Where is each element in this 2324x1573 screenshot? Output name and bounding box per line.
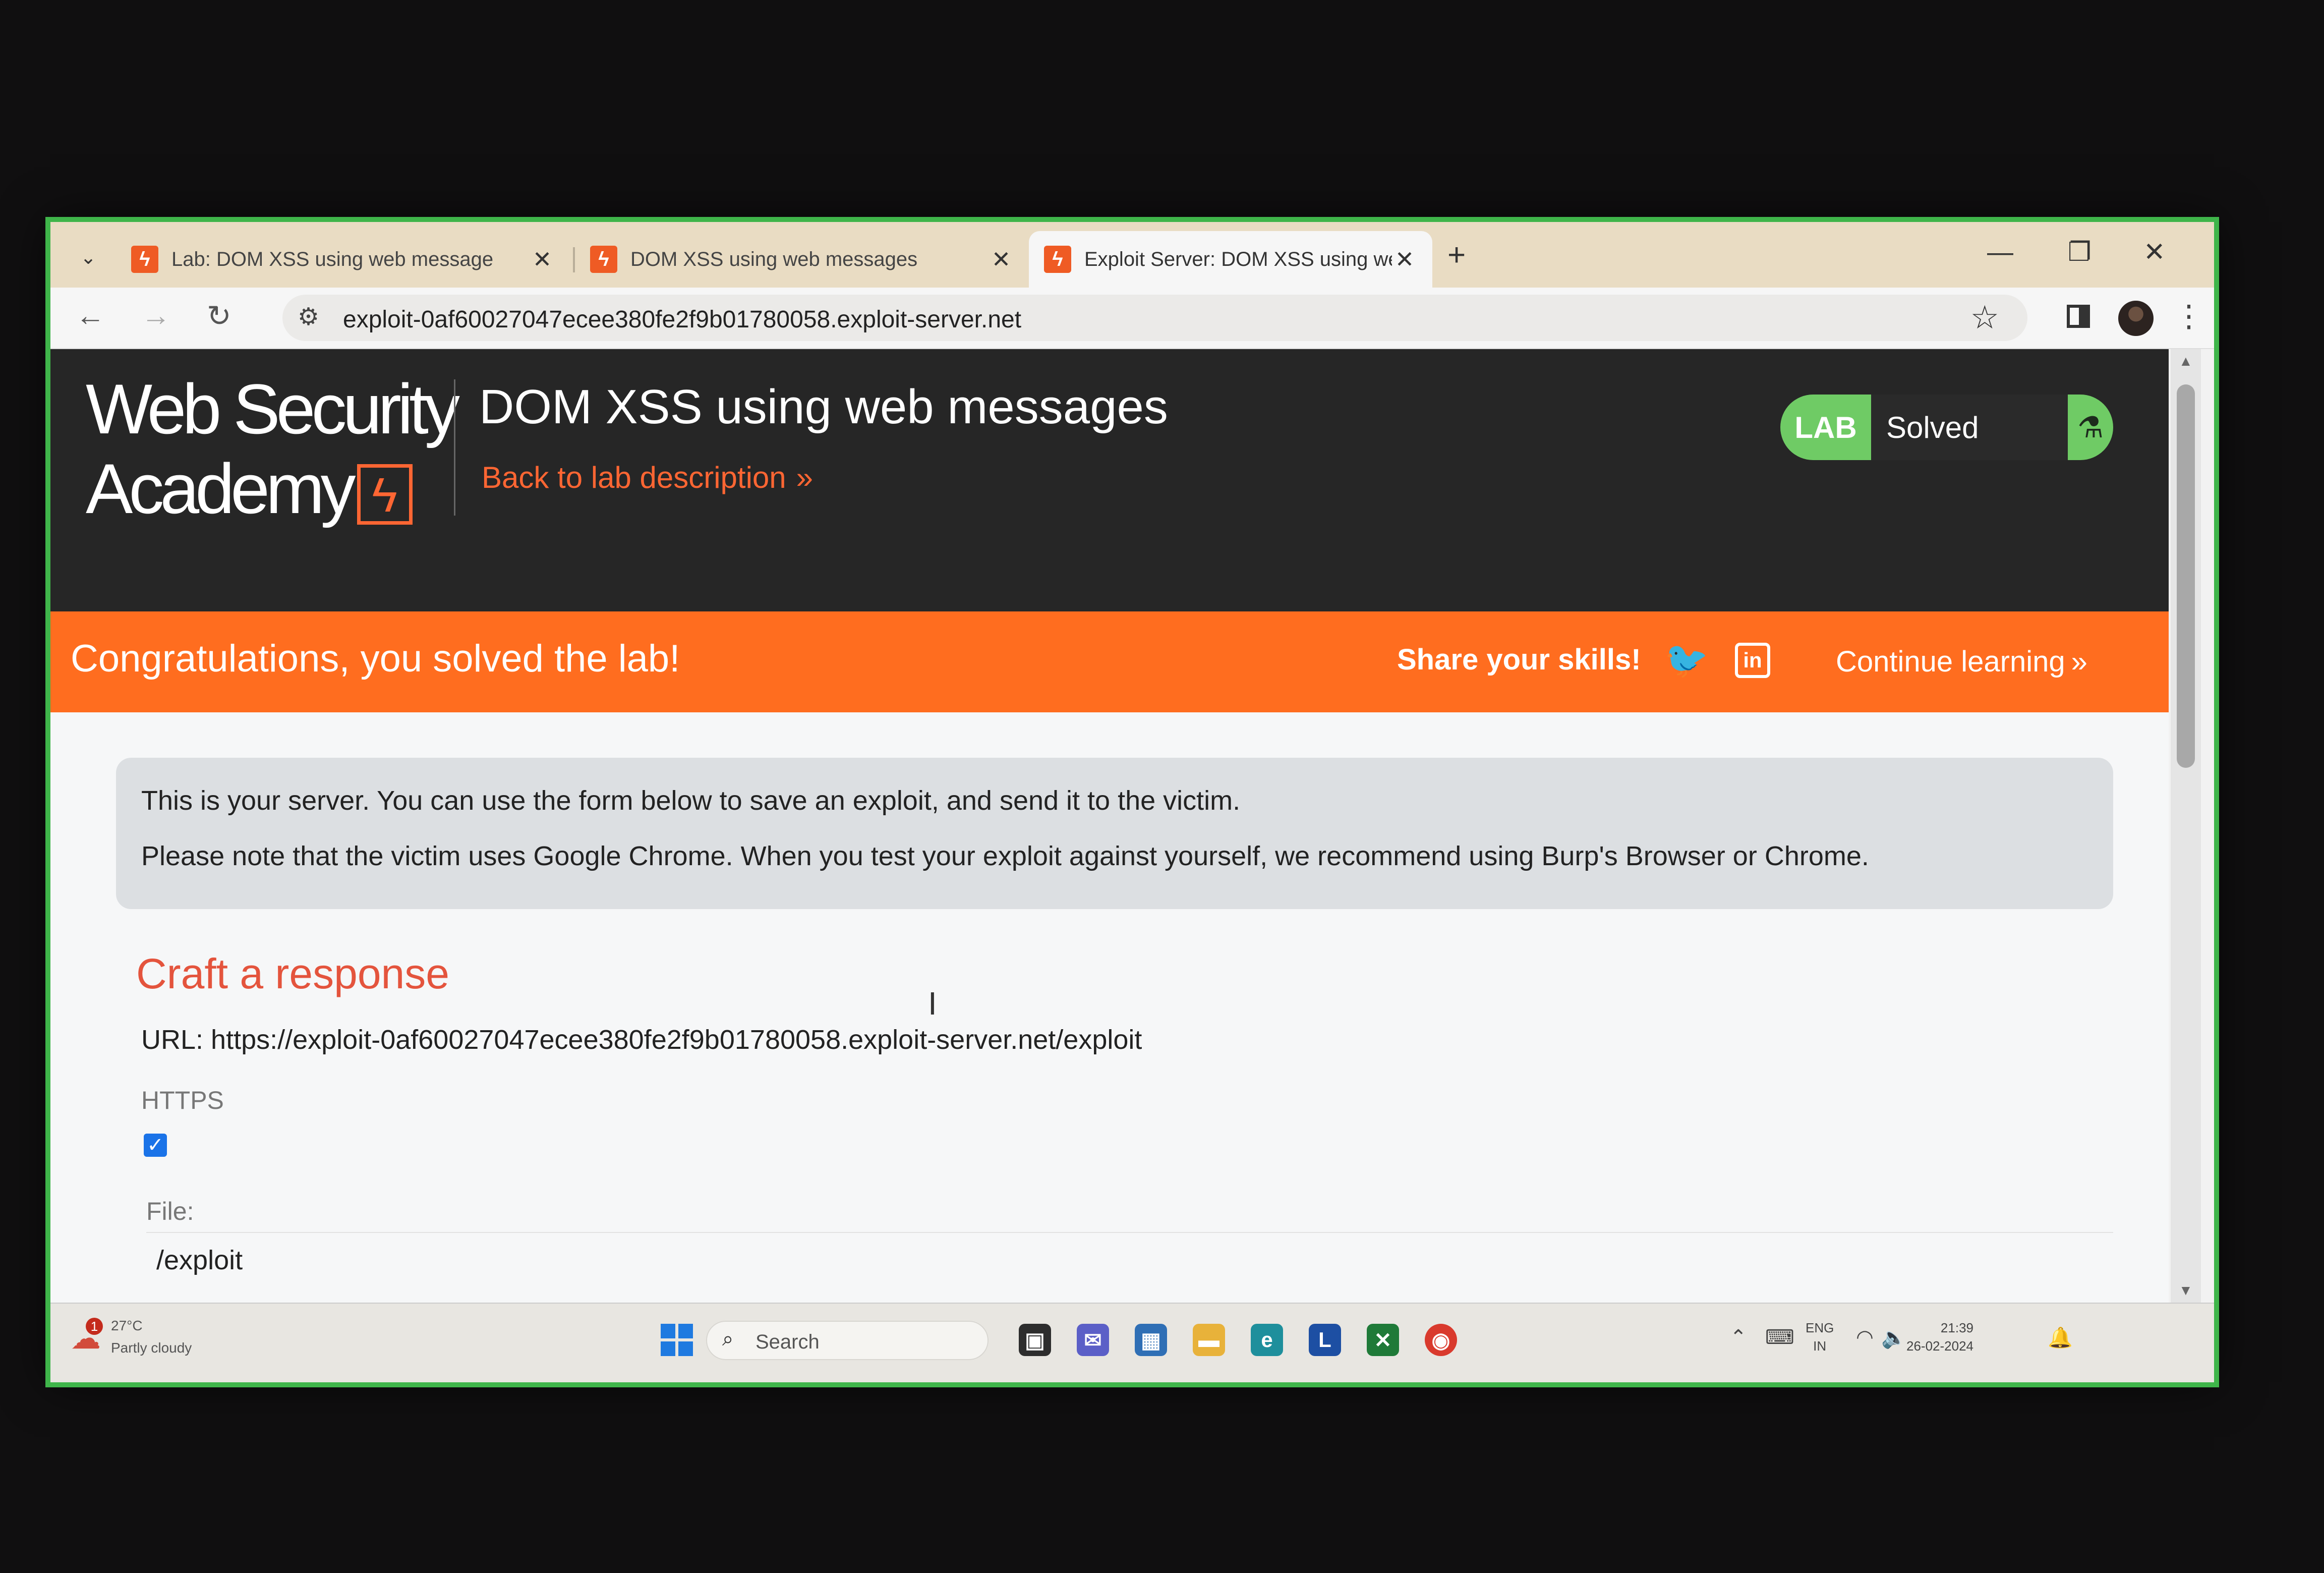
system-clock[interactable]: 21:39 26-02-2024 (1906, 1319, 1973, 1355)
back-arrow-icon[interactable]: ← (76, 299, 105, 332)
region-code: IN (1813, 1338, 1827, 1354)
craft-response-heading: Craft a response (136, 950, 449, 997)
browser-toolbar: ← → ↻ ⚙ exploit-0af60027047ecee380fe2f9b… (50, 288, 2214, 349)
weather-temperature: 27°C (111, 1318, 143, 1333)
congratulations-message: Congratulations, you solved the lab! (71, 637, 680, 680)
info-line-2: Please note that the victim uses Google … (141, 841, 1869, 871)
taskbar-search-box[interactable]: ⌕ Search (706, 1321, 989, 1360)
weather-alert-badge: 1 (86, 1318, 103, 1335)
close-icon[interactable]: ✕ (989, 246, 1014, 273)
double-chevron-right-icon: » (2071, 645, 2087, 678)
page-header: Web Security Academy ϟ DOM XSS using web … (50, 349, 2169, 611)
chevron-down-icon: ⌄ (80, 247, 96, 268)
wifi-icon[interactable]: ◠ (1856, 1326, 1874, 1349)
portswigger-favicon-icon: ϟ (131, 246, 158, 273)
side-panel-icon[interactable] (2067, 305, 2090, 328)
tab-lab[interactable]: ϟ Lab: DOM XSS using web message ✕ (116, 231, 570, 288)
lab-status-text: Solved (1871, 395, 2068, 460)
continue-learning-label: Continue learning (1836, 645, 2065, 678)
menu-dots-icon[interactable]: ⋮ (2174, 299, 2204, 334)
site-info-icon[interactable]: ⚙ (298, 303, 319, 331)
minimize-icon[interactable]: — (1987, 237, 2013, 267)
logo-line-2: Academy (86, 449, 356, 528)
file-path-input[interactable] (146, 1232, 2113, 1287)
page-scrollbar[interactable]: ▲ ▼ (2171, 349, 2201, 1303)
solved-banner: Congratulations, you solved the lab! Sha… (50, 611, 2169, 712)
exploit-url: URL: https://exploit-0af60027047ecee380f… (141, 1025, 1142, 1055)
https-label: HTTPS (141, 1086, 224, 1114)
scroll-down-arrow-icon[interactable]: ▼ (2179, 1282, 2193, 1299)
lab-badge-label: LAB (1794, 410, 1857, 444)
teams-chat-icon[interactable]: ✉ (1077, 1324, 1109, 1356)
close-icon[interactable]: ✕ (1392, 246, 1417, 273)
scroll-up-arrow-icon[interactable]: ▲ (2179, 353, 2193, 369)
close-window-icon[interactable]: ✕ (2143, 237, 2166, 267)
tab-dom-xss[interactable]: ϟ DOM XSS using web messages ✕ (575, 231, 1029, 288)
double-chevron-right-icon: » (796, 461, 814, 494)
clock-date: 26-02-2024 (1906, 1338, 1973, 1354)
search-icon: ⌕ (722, 1328, 734, 1350)
info-box: This is your server. You can use the for… (116, 758, 2113, 909)
share-skills-label: Share your skills! (1397, 643, 1641, 676)
forward-arrow-icon[interactable]: → (141, 299, 170, 332)
file-explorer-icon[interactable]: ▬ (1193, 1324, 1225, 1356)
linkedin-icon[interactable]: in (1735, 643, 1770, 678)
notification-bell-icon[interactable]: 🔔 (2048, 1326, 2073, 1350)
file-label: File: (146, 1197, 194, 1225)
l-app-icon[interactable]: L (1309, 1324, 1341, 1356)
tab-title: DOM XSS using web messages (630, 248, 918, 270)
store-icon[interactable]: ▦ (1135, 1324, 1167, 1356)
text-cursor-icon: I (928, 985, 937, 1022)
tab-search-button[interactable]: ⌄ (66, 237, 111, 277)
clock-time: 21:39 (1940, 1320, 1973, 1335)
exploit-server-content: This is your server. You can use the for… (50, 712, 2169, 1303)
restore-icon[interactable]: ❐ (2068, 237, 2091, 267)
scrollbar-thumb[interactable] (2177, 384, 2195, 768)
profile-avatar[interactable] (2118, 301, 2154, 336)
volume-icon[interactable]: 🔈 (1881, 1326, 1906, 1350)
close-icon[interactable]: ✕ (530, 246, 555, 273)
logo-line-1: Web Security (86, 369, 460, 448)
keyboard-icon[interactable]: ⌨ (1765, 1326, 1794, 1349)
windows-start-icon[interactable] (661, 1324, 693, 1356)
flask-icon: ⚗ (2077, 411, 2104, 444)
task-view-icon[interactable]: ▣ (1019, 1324, 1051, 1356)
info-line-1: This is your server. You can use the for… (141, 785, 1241, 816)
lab-status-badge: LAB Solved ⚗ (1780, 395, 2113, 460)
edge-browser-icon[interactable]: e (1251, 1324, 1283, 1356)
tab-title: Lab: DOM XSS using web message (171, 248, 494, 270)
continue-learning-link[interactable]: Continue learning» (1836, 645, 2087, 679)
tab-exploit-server[interactable]: ϟ Exploit Server: DOM XSS using we ✕ (1029, 231, 1432, 288)
laptop-screen: ⌄ ϟ Lab: DOM XSS using web message ✕ ϟ D… (50, 222, 2214, 1382)
new-tab-plus-icon[interactable]: + (1447, 237, 1466, 273)
tab-strip: ⌄ ϟ Lab: DOM XSS using web message ✕ ϟ D… (50, 222, 2214, 288)
reload-icon[interactable]: ↻ (207, 299, 231, 333)
web-page: Web Security Academy ϟ DOM XSS using web … (50, 349, 2169, 1303)
weather-description: Partly cloudy (111, 1340, 192, 1356)
windows-taskbar: ☁ 1 27°C Partly cloudy ⌕ Search ▣ ✉ ▦ ▬ … (50, 1303, 2214, 1382)
address-bar[interactable]: ⚙ exploit-0af60027047ecee380fe2f9b017800… (282, 295, 2027, 341)
lightning-logo-icon: ϟ (357, 464, 413, 525)
lab-title: DOM XSS using web messages (479, 380, 1168, 434)
header-divider (454, 379, 455, 516)
taskbar-search-placeholder: Search (756, 1331, 820, 1353)
chrome-icon[interactable]: ◉ (1425, 1324, 1457, 1356)
portswigger-favicon-icon: ϟ (1044, 246, 1071, 273)
xbox-icon[interactable]: ✕ (1367, 1324, 1399, 1356)
web-security-academy-logo[interactable]: Web Security Academy ϟ (86, 369, 460, 529)
back-link-label: Back to lab description (482, 461, 786, 494)
twitter-icon[interactable]: 🐦 (1664, 640, 1708, 681)
language-code: ENG (1806, 1320, 1834, 1335)
tab-title: Exploit Server: DOM XSS using we (1084, 248, 1392, 270)
chevron-up-icon[interactable]: ⌃ (1730, 1326, 1747, 1349)
portswigger-favicon-icon: ϟ (590, 246, 617, 273)
address-bar-url[interactable]: exploit-0af60027047ecee380fe2f9b01780058… (343, 306, 1021, 333)
bookmark-star-icon[interactable]: ☆ (1970, 299, 1999, 336)
language-indicator[interactable]: ENG IN (1806, 1319, 1834, 1355)
https-checkbox[interactable]: ✓ (144, 1134, 167, 1157)
back-to-lab-link[interactable]: Back to lab description » (482, 460, 813, 495)
